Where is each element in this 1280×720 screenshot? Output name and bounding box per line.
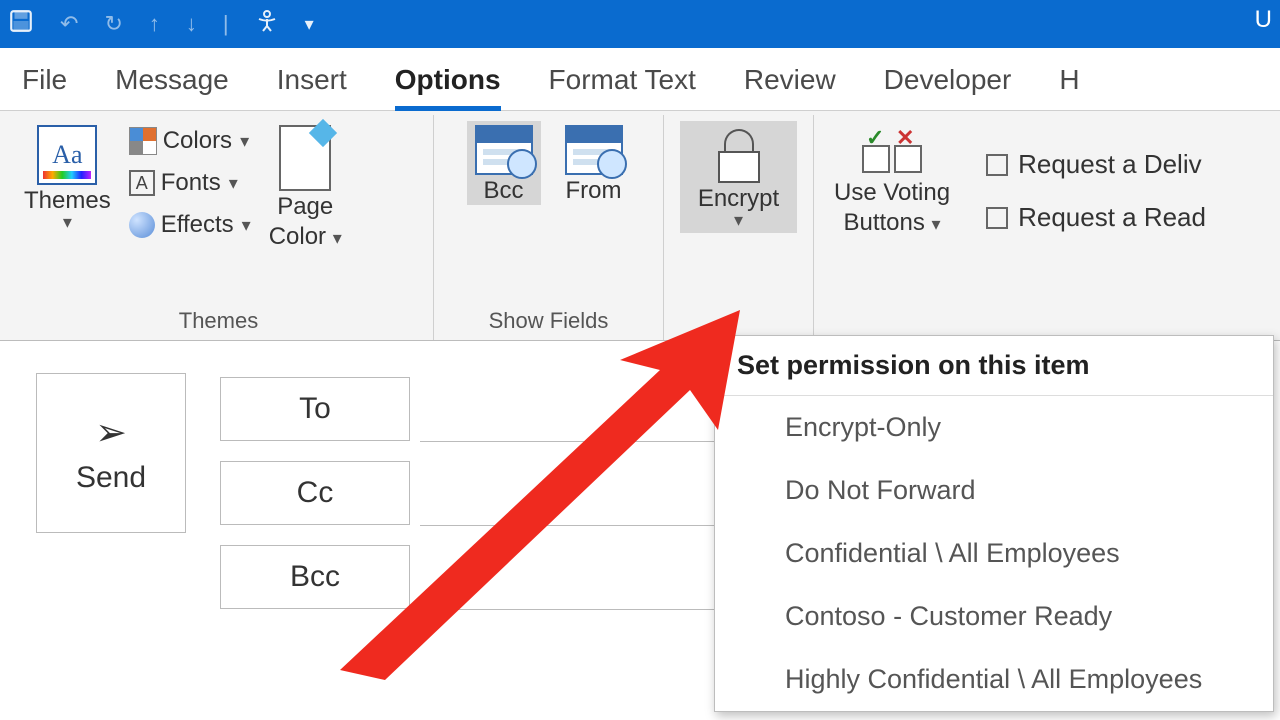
tab-file[interactable]: File bbox=[22, 58, 67, 110]
bcc-field-button[interactable]: Bcc bbox=[220, 545, 410, 609]
page-color-label2: Color bbox=[269, 223, 326, 250]
page-color-icon bbox=[279, 125, 331, 191]
arrow-down-icon[interactable]: ↓ bbox=[186, 11, 197, 37]
cc-field-button[interactable]: Cc bbox=[220, 461, 410, 525]
tab-options[interactable]: Options bbox=[395, 58, 501, 110]
group-show-fields: Bcc From Show Fields bbox=[434, 115, 664, 340]
tab-format-text[interactable]: Format Text bbox=[549, 58, 696, 110]
colors-button[interactable]: Colors ▾ bbox=[129, 125, 251, 157]
bcc-label: Bcc bbox=[483, 177, 523, 205]
chevron-down-icon: ▾ bbox=[63, 217, 72, 227]
tab-review[interactable]: Review bbox=[744, 58, 836, 110]
from-label: From bbox=[566, 177, 622, 205]
themes-icon: Aa bbox=[37, 125, 97, 185]
dropdown-item-highly-confidential[interactable]: Highly Confidential \ All Employees bbox=[715, 648, 1273, 711]
to-label: To bbox=[299, 392, 331, 426]
dropdown-item-encrypt-only[interactable]: Encrypt-Only bbox=[715, 396, 1273, 459]
quick-access-toolbar: ↶ ↻ ↑ ↓ | ▾ bbox=[8, 8, 314, 40]
chevron-down-icon: ▾ bbox=[734, 215, 743, 225]
send-icon: ➢ bbox=[95, 414, 127, 452]
colors-icon bbox=[129, 127, 157, 155]
page-color-label1: Page bbox=[277, 193, 333, 221]
title-bar: ↶ ↻ ↑ ↓ | ▾ U bbox=[0, 0, 1280, 48]
request-read-receipt-checkbox[interactable]: Request a Read bbox=[986, 202, 1206, 233]
title-right-text: U bbox=[1255, 6, 1272, 34]
redo-icon[interactable]: ↻ bbox=[104, 11, 122, 37]
voting-icon: ✓✕ bbox=[860, 125, 924, 177]
arrow-up-icon[interactable]: ↑ bbox=[149, 11, 160, 37]
chevron-down-icon: ▾ bbox=[932, 214, 941, 234]
send-label: Send bbox=[76, 461, 146, 495]
voting-label1: Use Voting bbox=[834, 179, 950, 207]
ribbon-tabs: File Message Insert Options Format Text … bbox=[0, 48, 1280, 111]
bcc-icon bbox=[475, 125, 533, 175]
bcc-label: Bcc bbox=[290, 560, 340, 594]
encrypt-button[interactable]: Encrypt ▾ bbox=[680, 121, 797, 233]
fonts-icon: A bbox=[129, 170, 155, 196]
from-icon bbox=[565, 125, 623, 175]
voting-label2: Buttons bbox=[843, 209, 924, 236]
group-themes-label: Themes bbox=[16, 304, 421, 340]
dropdown-item-confidential-all-employees[interactable]: Confidential \ All Employees bbox=[715, 522, 1273, 585]
encrypt-dropdown-menu: Set permission on this item Encrypt-Only… bbox=[714, 335, 1274, 712]
tab-message[interactable]: Message bbox=[115, 58, 229, 110]
cc-label: Cc bbox=[297, 476, 334, 510]
effects-button[interactable]: Effects ▾ bbox=[129, 209, 251, 241]
chevron-down-icon: ▾ bbox=[333, 228, 342, 248]
delivery-label: Request a Deliv bbox=[1018, 149, 1202, 179]
accessibility-icon[interactable] bbox=[255, 9, 279, 39]
group-themes: Aa Themes ▾ Colors ▾ A Fonts ▾ Effects bbox=[4, 115, 434, 340]
chevron-down-icon: ▾ bbox=[229, 178, 238, 188]
effects-label: Effects bbox=[161, 211, 234, 239]
encrypt-label: Encrypt bbox=[698, 185, 779, 213]
page-color-button[interactable]: Page Color ▾ bbox=[261, 121, 350, 251]
effects-icon bbox=[129, 212, 155, 238]
colors-label: Colors bbox=[163, 127, 232, 155]
group-show-fields-label: Show Fields bbox=[446, 304, 651, 340]
request-delivery-receipt-checkbox[interactable]: Request a Deliv bbox=[986, 149, 1206, 180]
read-label: Request a Read bbox=[1018, 202, 1206, 232]
checkbox-icon bbox=[986, 207, 1008, 229]
ribbon: Aa Themes ▾ Colors ▾ A Fonts ▾ Effects bbox=[0, 111, 1280, 341]
themes-button[interactable]: Aa Themes ▾ bbox=[16, 121, 119, 227]
fonts-label: Fonts bbox=[161, 169, 221, 197]
group-tracking: ✓✕ Use Voting Buttons ▾ Request a Deliv … bbox=[814, 115, 1276, 340]
dropdown-item-do-not-forward[interactable]: Do Not Forward bbox=[715, 459, 1273, 522]
use-voting-buttons-button[interactable]: ✓✕ Use Voting Buttons ▾ bbox=[826, 121, 958, 237]
tab-insert[interactable]: Insert bbox=[277, 58, 347, 110]
fonts-button[interactable]: A Fonts ▾ bbox=[129, 167, 251, 199]
chevron-down-icon: ▾ bbox=[242, 220, 251, 230]
tab-help[interactable]: H bbox=[1059, 58, 1079, 110]
tab-developer[interactable]: Developer bbox=[884, 58, 1012, 110]
undo-icon[interactable]: ↶ bbox=[60, 11, 78, 37]
group-encrypt: Encrypt ▾ bbox=[664, 115, 814, 340]
save-icon[interactable] bbox=[8, 8, 34, 40]
send-button[interactable]: ➢ Send bbox=[36, 373, 186, 533]
bcc-button[interactable]: Bcc bbox=[467, 121, 541, 205]
dropdown-item-contoso-customer-ready[interactable]: Contoso - Customer Ready bbox=[715, 585, 1273, 648]
from-button[interactable]: From bbox=[557, 121, 631, 205]
chevron-down-icon: ▾ bbox=[240, 136, 249, 146]
checkbox-icon bbox=[986, 154, 1008, 176]
qat-customize-icon[interactable]: ▾ bbox=[305, 19, 314, 29]
dropdown-header: Set permission on this item bbox=[715, 336, 1273, 396]
to-field-button[interactable]: To bbox=[220, 377, 410, 441]
themes-label: Themes bbox=[24, 187, 111, 215]
lock-icon bbox=[714, 125, 764, 183]
